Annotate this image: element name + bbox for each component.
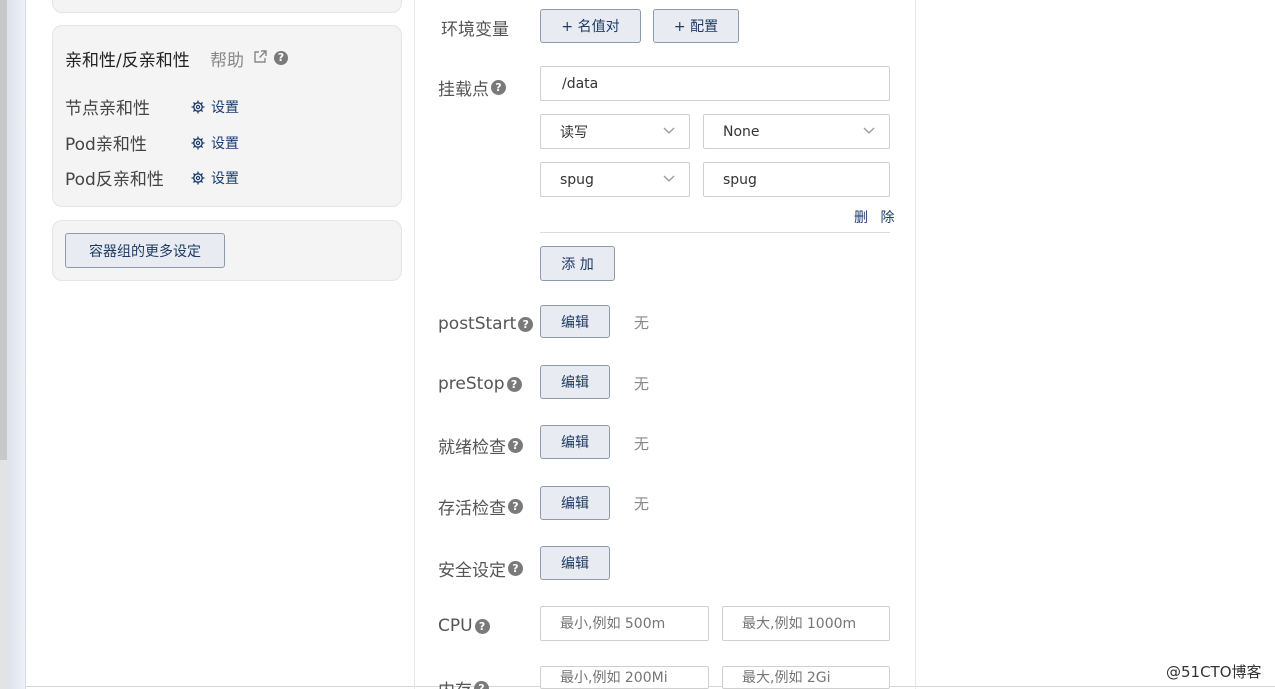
gear-icon [191,100,205,114]
mount-divider [540,232,890,233]
affinity-card: 亲和性/反亲和性 帮助 ? 节点亲和性 设置 Pod亲和性 设置 Pod反亲和性… [52,25,402,207]
volume-value: spug [560,171,594,188]
mount-path-value: /data [562,75,599,92]
pre-stop-edit-button[interactable]: 编辑 [540,365,610,399]
chevron-down-icon [663,127,675,134]
liveness-label-text: 存活检查 [438,499,506,519]
pre-stop-label-text: preStop [438,374,505,394]
scrollbar-thumb[interactable] [0,0,7,460]
help-question-icon[interactable]: ? [474,618,490,634]
mount-mode-value: 读写 [560,124,588,141]
column-divider-right [915,0,916,689]
pre-stop-value: 无 [634,375,650,393]
cpu-label: CPU ? [438,616,490,636]
help-question-icon[interactable]: ? [274,51,288,65]
settings-label: 设置 [211,171,239,187]
memory-label-text: 内存 [438,676,472,689]
liveness-label: 存活检查 ? [438,494,523,519]
sub-path-value: spug [723,171,757,188]
post-start-label-text: postStart [438,314,517,334]
settings-label: 设置 [211,136,239,152]
cpu-max-input[interactable] [722,606,890,641]
gear-icon [191,136,205,150]
security-edit-button[interactable]: 编辑 [540,546,610,580]
mount-label: 挂载点 ? [438,75,506,100]
mount-propagation-select[interactable]: None [703,114,890,149]
liveness-edit-button[interactable]: 编辑 [540,486,610,520]
security-label-text: 安全设定 [438,561,506,581]
readiness-label: 就绪检查 ? [438,433,523,458]
memory-max-input[interactable] [722,666,890,689]
gear-icon [191,171,205,185]
more-settings-card: 容器组的更多设定 [52,220,402,281]
chevron-down-icon [863,127,875,134]
node-affinity-label: 节点亲和性 [65,99,150,119]
help-question-icon[interactable]: ? [506,376,522,392]
cpu-label-text: CPU [438,616,473,636]
pod-affinity-label: Pod亲和性 [65,135,147,155]
help-question-icon[interactable]: ? [508,499,523,514]
post-start-value: 无 [634,314,650,332]
page: 亲和性/反亲和性 帮助 ? 节点亲和性 设置 Pod亲和性 设置 Pod反亲和性… [0,0,1275,689]
env-label-text: 环境变量 [441,20,509,40]
mount-path-input[interactable]: /data [540,66,890,101]
readiness-label-text: 就绪检查 [438,438,506,458]
help-question-icon[interactable]: ? [518,316,534,332]
column-divider-left [414,0,415,689]
external-link-icon[interactable] [253,50,267,64]
mount-propagation-value: None [723,123,760,140]
sub-path-input[interactable]: spug [703,162,890,197]
pod-affinity-settings-link[interactable]: 设置 [191,133,239,153]
previous-card [52,0,402,13]
help-question-icon[interactable]: ? [474,681,489,689]
settings-label: 设置 [211,100,239,116]
add-mount-button[interactable]: 添 加 [540,246,615,281]
readiness-edit-button[interactable]: 编辑 [540,425,610,459]
post-start-edit-button[interactable]: 编辑 [540,305,610,338]
help-link[interactable]: 帮助 [210,46,244,71]
add-config-button[interactable]: + 配置 [653,9,739,43]
pod-more-settings-button[interactable]: 容器组的更多设定 [65,233,225,268]
env-label: 环境变量 [441,15,509,40]
liveness-value: 无 [634,495,650,513]
pod-anti-affinity-label: Pod反亲和性 [65,170,164,190]
post-start-label: postStart ? [438,314,534,334]
readiness-value: 无 [634,435,650,453]
memory-min-input[interactable] [540,666,709,689]
memory-label: 内存 ? [438,676,489,689]
add-name-value-button[interactable]: + 名值对 [540,9,641,43]
delete-mount-link[interactable]: 删 除 [854,207,898,227]
mount-label-text: 挂载点 [438,80,489,100]
security-label: 安全设定 ? [438,556,523,581]
cpu-min-input[interactable] [540,606,709,641]
volume-select[interactable]: spug [540,162,690,197]
help-question-icon[interactable]: ? [508,438,523,453]
node-affinity-settings-link[interactable]: 设置 [191,97,239,117]
help-question-icon[interactable]: ? [508,561,523,576]
help-question-icon[interactable]: ? [491,80,506,95]
pod-anti-affinity-settings-link[interactable]: 设置 [191,168,239,188]
pre-stop-label: preStop ? [438,374,522,394]
window-edge [8,0,26,689]
watermark: @51CTO博客 [1166,663,1262,681]
affinity-title: 亲和性/反亲和性 [65,51,190,71]
mount-mode-select[interactable]: 读写 [540,114,690,149]
window-scrollbar[interactable] [0,0,8,689]
chevron-down-icon [663,175,675,182]
